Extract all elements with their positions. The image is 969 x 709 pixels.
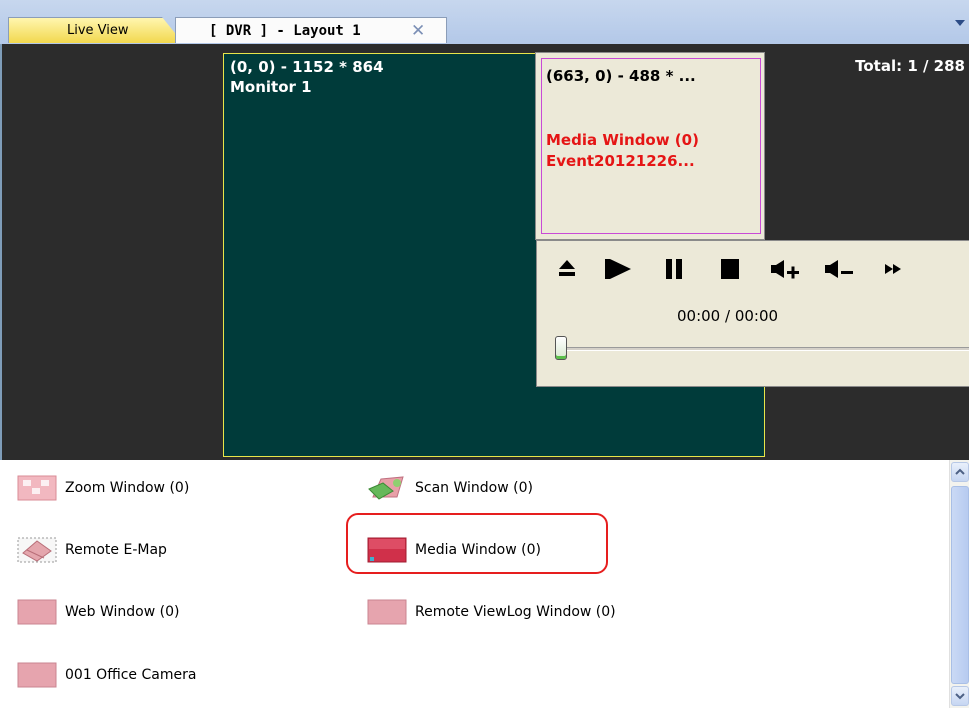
object-list-scrollbar[interactable] [949,460,969,708]
media-player: 00:00 / 00:00 [536,240,969,387]
monitor-resolution: (0, 0) - 1152 * 864 [230,58,384,76]
list-item-label: Remote ViewLog Window (0) [415,604,616,620]
tab-strip: Live View [ DVR ] - Layout 1 ✕ [0,0,969,45]
list-item-remote-emap[interactable]: Remote E-Map [17,537,317,563]
list-item-remote-viewlog[interactable]: Remote ViewLog Window (0) [367,599,687,625]
volume-up-icon[interactable] [769,258,801,280]
tab-live-view[interactable]: Live View [8,17,183,43]
playback-slider-track[interactable] [559,347,969,351]
remote-viewlog-icon [367,599,407,625]
stop-icon[interactable] [719,258,741,280]
list-item-label: Remote E-Map [65,542,167,558]
playback-slider-thumb[interactable] [555,336,567,360]
camera-icon [17,662,57,688]
media-window-event: Event20121226... [546,152,695,170]
zoom-window-icon [17,475,57,501]
media-window-frame: (663, 0) - 488 * ... Media Window (0) Ev… [541,58,761,234]
list-item-label: Zoom Window (0) [65,480,190,496]
chevron-up-icon [955,468,965,475]
play-icon[interactable] [603,258,633,280]
scan-window-icon [368,476,404,500]
monitor-name: Monitor 1 [230,78,312,96]
tab-dvr-layout[interactable]: [ DVR ] - Layout 1 [175,17,447,43]
media-window-box[interactable]: (663, 0) - 488 * ... Media Window (0) Ev… [535,52,765,240]
media-window-resolution: (663, 0) - 488 * ... [546,67,696,85]
media-window-highlight [346,513,608,574]
pause-icon[interactable] [663,258,685,280]
tab-list-dropdown-icon[interactable] [955,20,965,26]
remote-emap-icon [17,537,57,563]
total-count: Total: 1 / 288 [855,57,965,75]
playback-time: 00:00 / 00:00 [677,307,779,325]
scroll-up-button[interactable] [951,462,969,482]
fast-forward-icon[interactable] [882,258,904,280]
list-item-web-window[interactable]: Web Window (0) [17,599,317,625]
volume-down-icon[interactable] [823,258,855,280]
chevron-down-icon [955,693,965,700]
list-item-office-camera[interactable]: 001 Office Camera [17,662,317,688]
scroll-down-button[interactable] [951,686,969,706]
list-item-label: Web Window (0) [65,604,180,620]
close-tab-icon[interactable]: ✕ [411,21,425,41]
media-window-title: Media Window (0) [546,131,699,149]
list-item-scan-window[interactable]: Scan Window (0) [367,475,667,501]
list-item-label: 001 Office Camera [65,667,197,683]
web-window-icon [17,599,57,625]
list-item-zoom-window[interactable]: Zoom Window (0) [17,475,317,501]
eject-icon[interactable] [557,258,577,280]
scroll-thumb[interactable] [951,486,969,684]
list-item-label: Scan Window (0) [415,480,533,496]
